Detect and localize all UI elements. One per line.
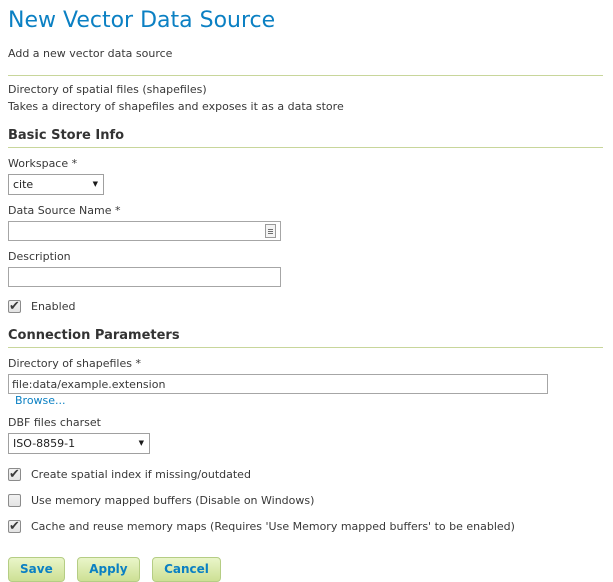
page-subtitle: Add a new vector data source bbox=[8, 47, 603, 60]
cache-memory-maps-label: Cache and reuse memory maps (Requires 'U… bbox=[31, 520, 515, 533]
save-button[interactable]: Save bbox=[8, 557, 65, 582]
description-input[interactable] bbox=[8, 267, 281, 287]
memory-mapped-row: Use memory mapped buffers (Disable on Wi… bbox=[8, 494, 603, 507]
enabled-row: Enabled bbox=[8, 300, 603, 313]
data-source-name-label: Data Source Name * bbox=[8, 204, 603, 217]
apply-button[interactable]: Apply bbox=[77, 557, 139, 582]
basic-store-info-heading: Basic Store Info bbox=[8, 128, 603, 148]
directory-label: Directory of shapefiles * bbox=[8, 357, 603, 370]
workspace-select[interactable]: cite bbox=[8, 174, 104, 195]
directory-row: Browse... bbox=[8, 378, 548, 408]
workspace-select-wrap: cite ▼ bbox=[8, 174, 104, 195]
create-spatial-index-checkbox[interactable] bbox=[8, 468, 21, 481]
directory-input[interactable] bbox=[8, 374, 548, 394]
cancel-button[interactable]: Cancel bbox=[152, 557, 221, 582]
charset-select[interactable]: ISO-8859-1 bbox=[8, 433, 150, 454]
cache-memory-maps-checkbox[interactable] bbox=[8, 520, 21, 533]
page-title: New Vector Data Source bbox=[8, 8, 603, 33]
cache-memory-maps-row: Cache and reuse memory maps (Requires 'U… bbox=[8, 520, 603, 533]
memory-mapped-buffers-checkbox[interactable] bbox=[8, 494, 21, 507]
charset-label: DBF files charset bbox=[8, 416, 603, 429]
description-label: Description bbox=[8, 250, 603, 263]
charset-select-wrap: ISO-8859-1 ▼ bbox=[8, 433, 150, 454]
data-source-name-input[interactable] bbox=[8, 221, 281, 241]
create-spatial-index-label: Create spatial index if missing/outdated bbox=[31, 468, 251, 481]
workspace-label: Workspace * bbox=[8, 157, 603, 170]
memory-mapped-buffers-label: Use memory mapped buffers (Disable on Wi… bbox=[31, 494, 314, 507]
button-bar: Save Apply Cancel bbox=[8, 557, 603, 582]
data-source-name-wrap bbox=[8, 221, 281, 241]
store-type-name: Directory of spatial files (shapefiles) bbox=[8, 83, 603, 96]
divider bbox=[8, 75, 603, 76]
enabled-checkbox[interactable] bbox=[8, 300, 21, 313]
new-vector-data-source-page: New Vector Data Source Add a new vector … bbox=[0, 0, 613, 582]
spatial-index-row: Create spatial index if missing/outdated bbox=[8, 468, 603, 481]
browse-link[interactable]: Browse... bbox=[15, 394, 66, 407]
field-indicator-icon bbox=[265, 224, 276, 238]
enabled-label: Enabled bbox=[31, 300, 75, 313]
store-type-description: Takes a directory of shapefiles and expo… bbox=[8, 100, 603, 113]
connection-parameters-heading: Connection Parameters bbox=[8, 328, 603, 348]
